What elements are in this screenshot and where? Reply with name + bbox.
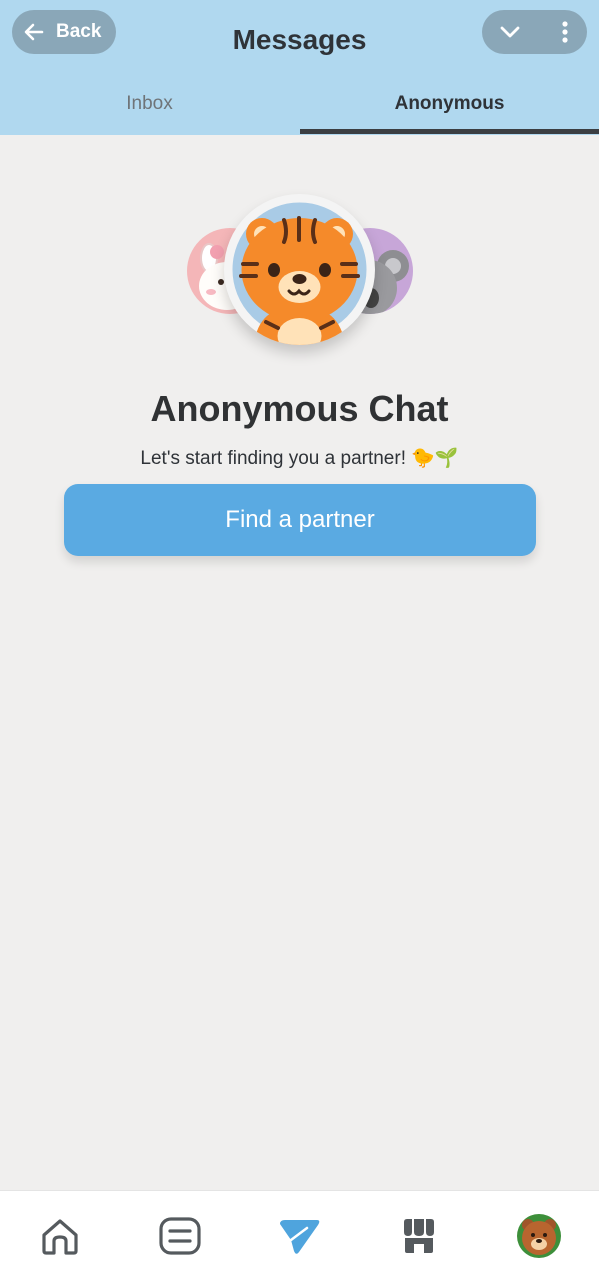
send-icon: [280, 1220, 320, 1254]
bear-avatar: [517, 1214, 561, 1258]
hero-title: Anonymous Chat: [150, 388, 449, 429]
app-header: Back Messages Inbox Anonymous: [0, 0, 599, 135]
tab-inbox[interactable]: Inbox: [0, 78, 299, 130]
more-vertical-icon[interactable]: [561, 20, 569, 44]
chevron-down-icon[interactable]: [498, 20, 522, 44]
hero-subtitle: Let's start finding you a partner! 🐤🌱: [140, 448, 459, 469]
message-tabs: Inbox Anonymous: [0, 78, 599, 135]
header-actions: [482, 10, 587, 54]
nav-profile[interactable]: [516, 1213, 562, 1259]
home-icon: [42, 1219, 78, 1255]
nav-messages[interactable]: [276, 1213, 322, 1259]
nav-home[interactable]: [37, 1213, 83, 1259]
nav-feed[interactable]: [157, 1213, 203, 1259]
avatar-cluster: [0, 190, 599, 360]
nav-store[interactable]: [396, 1213, 442, 1259]
tiger-avatar: [224, 194, 375, 345]
tab-anonymous[interactable]: Anonymous: [300, 78, 599, 130]
list-icon: [159, 1217, 201, 1255]
bottom-nav: [0, 1190, 599, 1280]
active-tab-indicator: [300, 129, 599, 134]
find-partner-button[interactable]: Find a partner: [64, 484, 536, 556]
store-icon: [404, 1219, 434, 1253]
